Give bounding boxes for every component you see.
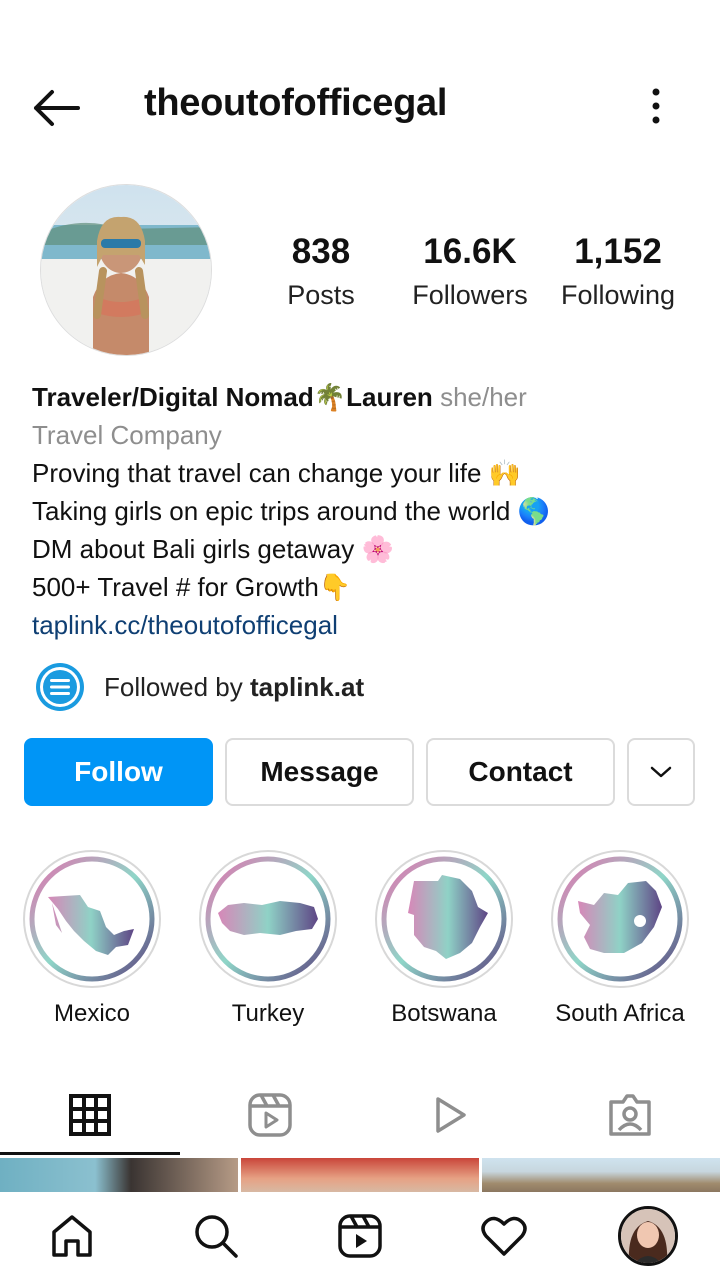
play-icon	[436, 1097, 466, 1133]
bio-link[interactable]: taplink.cc/theoutofofficegal	[32, 606, 692, 644]
post-thumbnail[interactable]	[482, 1158, 720, 1192]
display-name: Traveler/Digital Nomad🌴Lauren	[32, 382, 433, 412]
highlight-label: Mexico	[53, 1000, 131, 1027]
highlight-ring	[199, 850, 337, 988]
profile-bio: Traveler/Digital Nomad🌴Lauren she/her Tr…	[32, 378, 692, 644]
bio-name-line: Traveler/Digital Nomad🌴Lauren she/her	[32, 378, 692, 416]
post-thumbnail[interactable]	[241, 1158, 479, 1192]
profile-category: Travel Company	[32, 420, 222, 450]
nav-profile[interactable]	[618, 1206, 678, 1266]
highlight-ring	[551, 850, 689, 988]
nav-search[interactable]	[186, 1206, 246, 1266]
tagged-icon	[609, 1094, 651, 1136]
reels-icon	[338, 1214, 382, 1258]
stat-label: Following	[560, 280, 676, 310]
followed-by[interactable]: Followed by taplink.at	[34, 660, 364, 714]
bottom-navigation	[0, 1192, 720, 1280]
post-thumbnail[interactable]	[0, 1158, 238, 1192]
mexico-map-icon	[29, 856, 155, 982]
nav-reels[interactable]	[330, 1206, 390, 1266]
taplink-avatar-icon	[36, 663, 84, 711]
highlight-botswana[interactable]: Botswana	[364, 850, 524, 1028]
nav-home[interactable]	[42, 1206, 102, 1266]
posts-grid	[0, 1158, 720, 1192]
search-icon	[195, 1215, 238, 1258]
chevron-down-icon	[650, 766, 672, 778]
heart-icon	[481, 1216, 527, 1256]
stat-value: 838	[291, 232, 351, 271]
nav-activity[interactable]	[474, 1206, 534, 1266]
profile-avatar[interactable]	[40, 184, 212, 356]
arrow-left-icon	[34, 90, 80, 126]
highlight-turkey[interactable]: Turkey	[188, 850, 348, 1028]
home-icon	[52, 1215, 92, 1257]
more-vertical-icon	[652, 88, 660, 124]
reels-icon	[248, 1093, 292, 1137]
botswana-map-icon	[381, 856, 507, 982]
highlight-label: South Africa	[555, 1000, 685, 1027]
highlight-south-africa[interactable]: South Africa	[540, 850, 700, 1028]
pronouns: she/her	[440, 382, 527, 412]
followed-by-account: taplink.at	[249, 671, 365, 702]
more-options-button[interactable]	[640, 82, 672, 130]
active-tab-indicator	[0, 1152, 180, 1155]
tab-tagged[interactable]	[540, 1075, 720, 1155]
stat-label: Posts	[287, 280, 355, 310]
bio-line: 500+ Travel # for Growth👇	[32, 572, 352, 602]
bio-line: DM about Bali girls getaway 🌸	[32, 534, 394, 564]
back-button[interactable]	[30, 88, 82, 128]
content-tabs	[0, 1075, 720, 1155]
contact-button[interactable]: Contact	[426, 738, 615, 806]
stat-value: 16.6K	[423, 232, 517, 271]
highlight-ring	[23, 850, 161, 988]
tab-videos[interactable]	[360, 1075, 540, 1155]
bio-line: Proving that travel can change your life…	[32, 458, 522, 488]
profile-header: theoutofofficegal	[0, 60, 720, 152]
message-button[interactable]: Message	[225, 738, 414, 806]
suggested-accounts-button[interactable]	[627, 738, 695, 806]
highlight-mexico[interactable]: Mexico	[12, 850, 172, 1028]
profile-photo	[41, 185, 211, 355]
stat-label: Followers	[412, 280, 528, 310]
tab-posts-grid[interactable]	[0, 1075, 180, 1155]
stat-value: 1,152	[574, 232, 662, 271]
stat-posts[interactable]: 838 Posts	[246, 232, 396, 318]
followed-by-text: Followed by taplink.at	[104, 671, 365, 702]
stat-following[interactable]: 1,152 Following	[543, 232, 693, 318]
tab-reels[interactable]	[180, 1075, 360, 1155]
profile-avatar	[618, 1206, 678, 1266]
profile-actions: Follow Message Contact	[0, 738, 720, 806]
follow-button[interactable]: Follow	[24, 738, 213, 806]
highlight-ring	[375, 850, 513, 988]
bio-line: Taking girls on epic trips around the wo…	[32, 496, 550, 526]
south-africa-map-icon	[557, 856, 683, 982]
grid-icon	[69, 1094, 111, 1136]
stat-followers[interactable]: 16.6K Followers	[395, 232, 545, 318]
highlight-label: Turkey	[231, 1000, 305, 1027]
profile-username: theoutofofficegal	[144, 82, 448, 124]
turkey-map-icon	[205, 856, 331, 982]
story-highlights: Mexico Turkey Botswana South Africa	[0, 850, 720, 1030]
highlight-label: Botswana	[391, 1000, 497, 1027]
user-photo	[621, 1209, 675, 1263]
